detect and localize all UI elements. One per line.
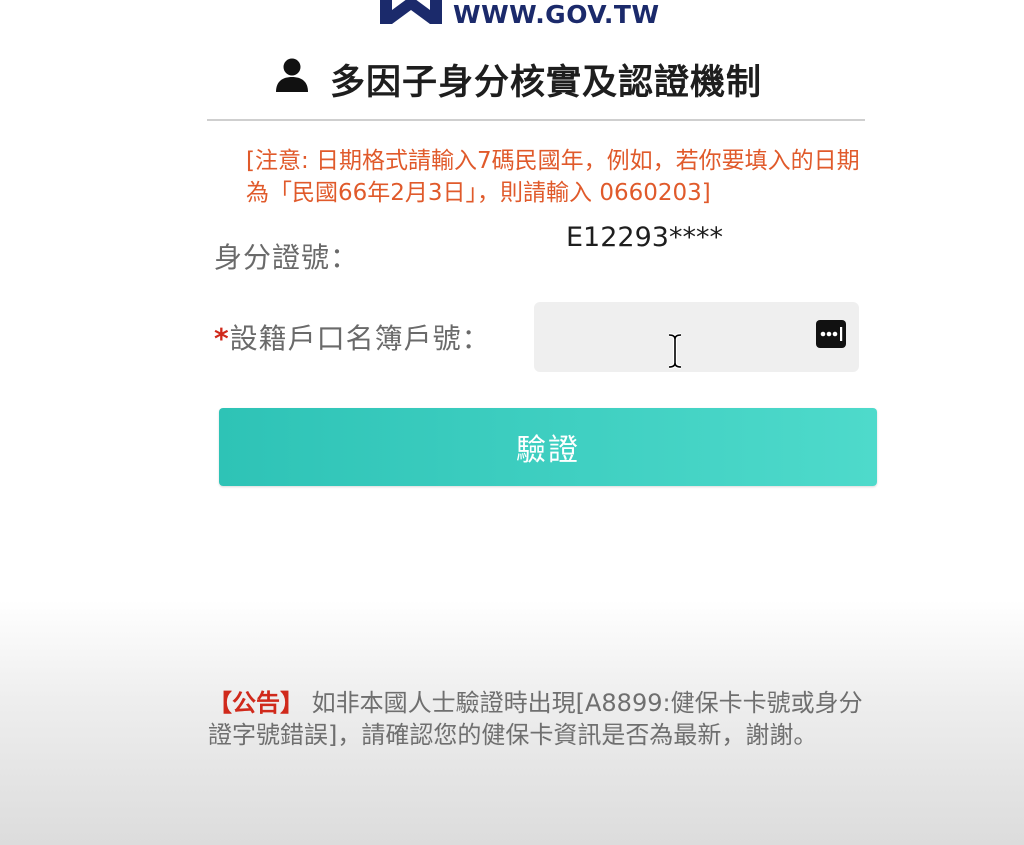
date-format-notice: [注意: 日期格式請輸入7碼民國年，例如，若你要填入的日期為「民國66年2月3日… xyxy=(246,148,860,206)
household-number-field[interactable] xyxy=(534,302,859,372)
user-icon xyxy=(276,58,308,92)
announcement: 【公告】 如非本國人士驗證時出現[A8899:健保卡卡號或身分證字號錯誤]，請確… xyxy=(208,687,878,751)
id-number-label: 身分證號： xyxy=(214,241,360,274)
required-mark: * xyxy=(214,322,230,355)
page-header: 多因子身分核實及認證機制 xyxy=(270,54,830,110)
announcement-tag: 【公告】 xyxy=(208,689,304,717)
page-title: 多因子身分核實及認證機制 xyxy=(330,63,763,103)
household-number-input[interactable] xyxy=(534,302,859,372)
password-manager-key-icon[interactable] xyxy=(816,320,846,348)
id-number-value: E12293**** xyxy=(566,222,723,253)
header-divider xyxy=(207,119,865,121)
household-number-label: *設籍戶口名簿戶號： xyxy=(214,317,491,357)
household-number-label-text: 設籍戶口名簿戶號： xyxy=(229,322,491,355)
announcement-text: 如非本國人士驗證時出現[A8899:健保卡卡號或身分證字號錯誤]，請確認您的健保… xyxy=(208,689,863,749)
verify-button[interactable]: 驗證 xyxy=(219,408,877,486)
gov-logo: WWW.GOV.TW xyxy=(378,0,708,32)
logo-text: WWW.GOV.TW xyxy=(453,0,660,29)
gov-logo-mark-icon xyxy=(378,0,444,26)
